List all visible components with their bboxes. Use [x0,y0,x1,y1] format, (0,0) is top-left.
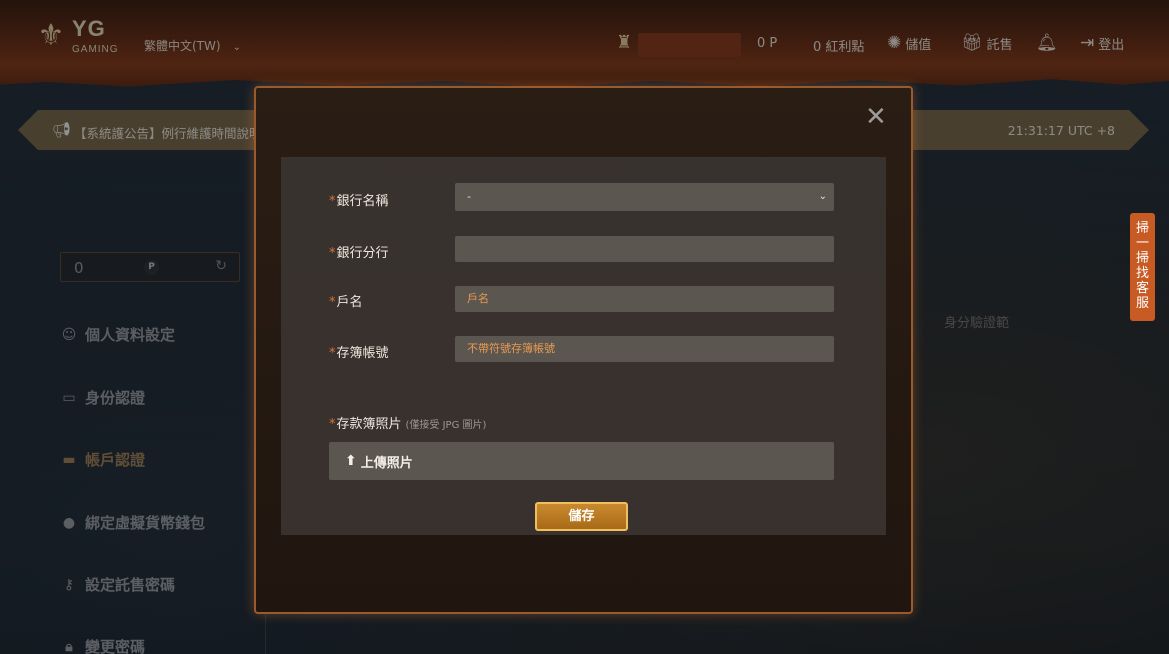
required-marker: * [329,246,336,261]
upload-icon: ⬆ [345,453,357,469]
passbook-photo-hint: (僅接受 JPG 圖片) [405,420,487,431]
bank-branch-input[interactable] [455,236,834,262]
chevron-down-icon: ⌄ [818,191,827,202]
bank-name-label-text: 銀行名稱 [336,194,389,209]
upload-label: 上傳照片 [360,455,413,471]
bank-name-label: *銀行名稱 [329,190,389,209]
save-button[interactable]: 儲存 [535,502,628,531]
required-marker: * [329,346,336,361]
bank-name-value: - [467,190,471,203]
required-marker: * [329,194,336,209]
passbook-photo-label-text: 存款簿照片 [336,417,402,432]
upload-photo-button[interactable]: ⬆ 上傳照片 [329,442,834,480]
account-number-label-text: 存簿帳號 [336,346,389,361]
close-icon[interactable]: ✕ [865,104,887,130]
passbook-photo-label: *存款簿照片 (僅接受 JPG 圖片) [329,413,486,432]
account-number-input[interactable]: 不帶符號存簿帳號 [455,336,834,362]
bank-branch-label: *銀行分行 [329,242,389,261]
bank-branch-label-text: 銀行分行 [336,246,389,261]
required-marker: * [329,417,336,432]
required-marker: * [329,295,336,310]
account-name-label: *戶名 [329,291,363,310]
bank-name-select[interactable]: - ⌄ [455,183,834,211]
account-name-label-text: 戶名 [336,295,363,310]
account-name-input[interactable]: 戶名 [455,286,834,312]
customer-service-tab[interactable]: 掃一掃找客服 [1130,213,1155,321]
account-number-label: *存簿帳號 [329,342,389,361]
